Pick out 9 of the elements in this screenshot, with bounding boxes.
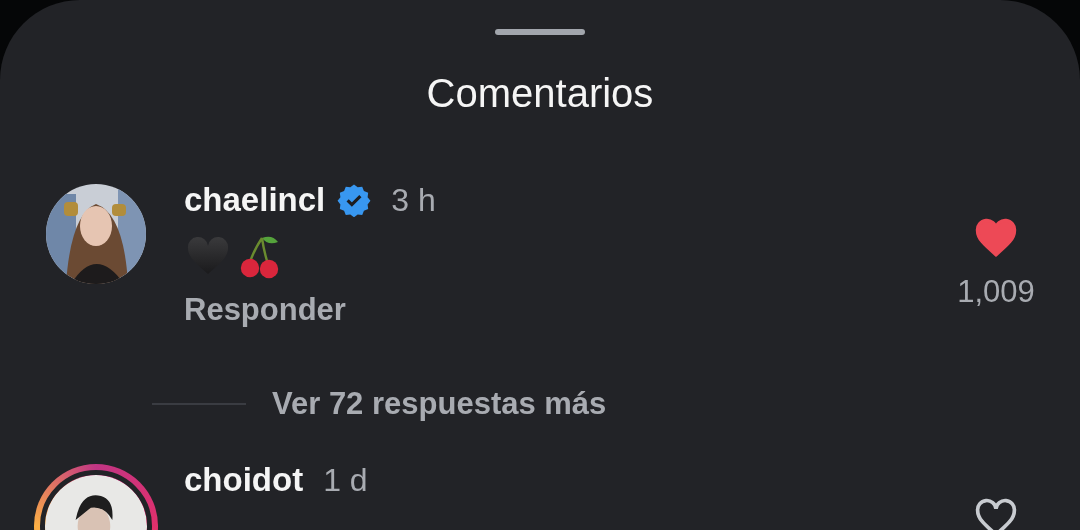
drag-handle[interactable] (495, 29, 585, 35)
username[interactable]: choidot (184, 461, 304, 499)
like-count: 1,009 (957, 274, 1035, 310)
reply-link[interactable]: Responder (184, 292, 346, 328)
view-replies-link[interactable]: Ver 72 respuestas más (272, 386, 607, 422)
comment-time: 3 h (391, 181, 436, 219)
sheet-title: Comentarios (425, 70, 655, 117)
comment-time: 1 d (323, 461, 368, 499)
username[interactable]: chaelincl (184, 181, 326, 219)
